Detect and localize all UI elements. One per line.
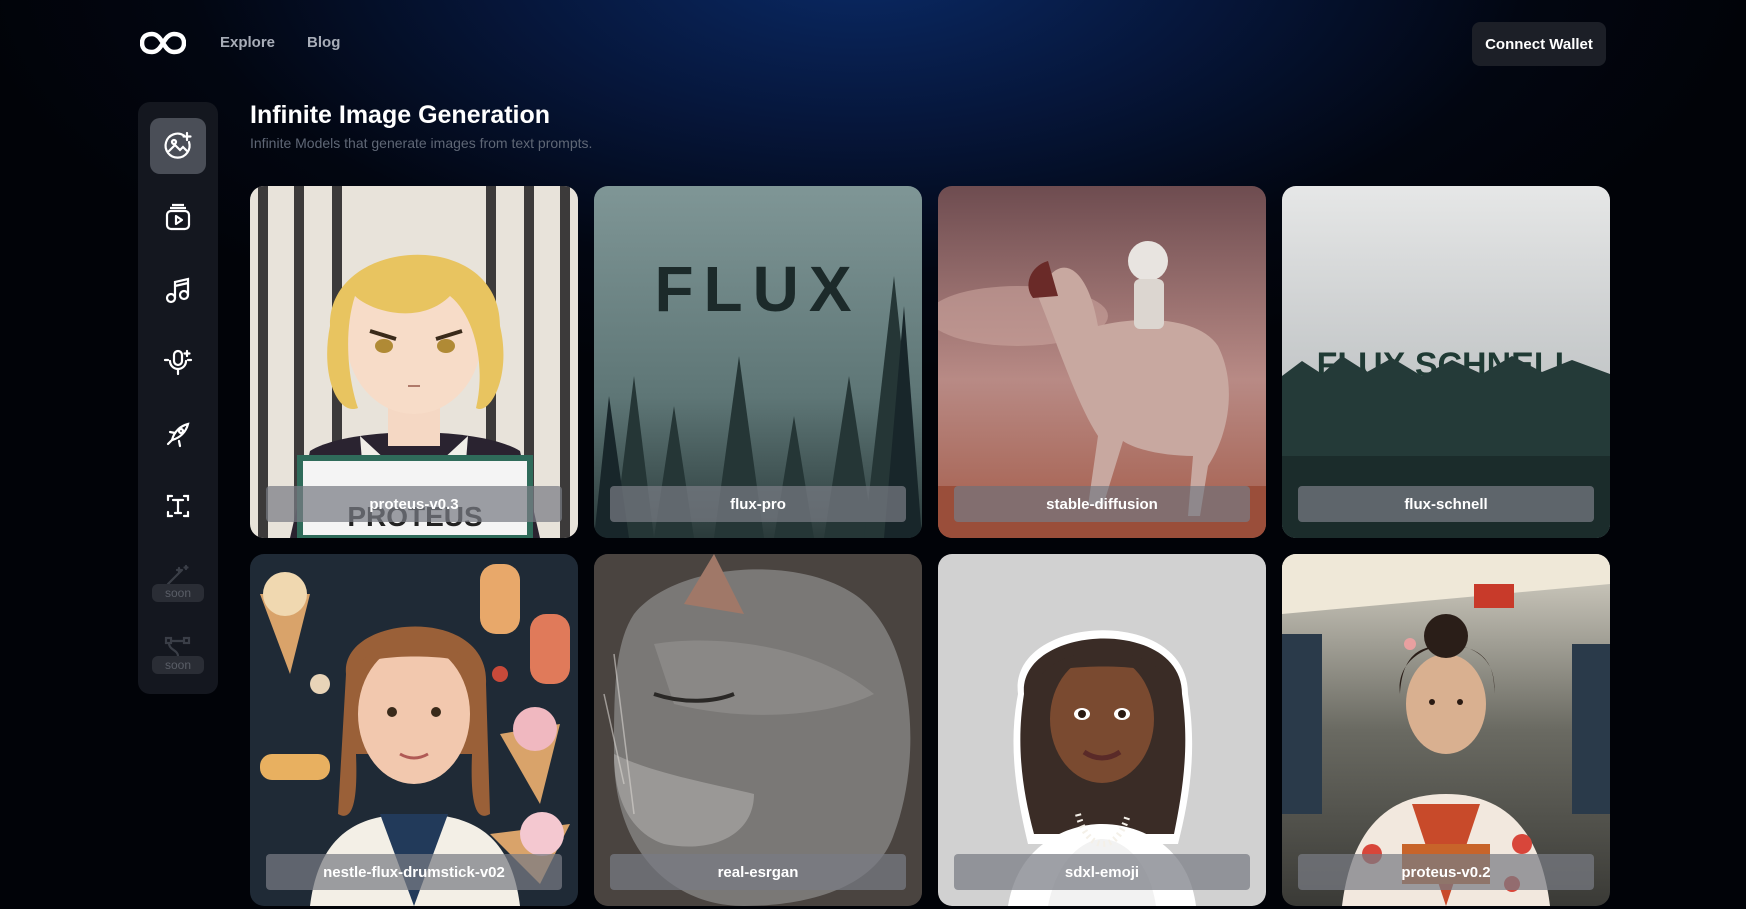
model-card-flux-schnell[interactable]: FLUX SCHNELL flux-schnell — [1282, 186, 1610, 538]
model-label: nestle-flux-drumstick-v02 — [266, 854, 562, 890]
sidebar-item-image[interactable] — [150, 118, 206, 174]
music-icon — [165, 277, 190, 304]
sidebar-item-text[interactable] — [150, 478, 206, 534]
model-card-sdxl-emoji[interactable]: sdxl-emoji — [938, 554, 1266, 906]
sidebar-item-magic: soon — [150, 550, 206, 606]
model-card-flux-pro[interactable]: FLUX flux-pro — [594, 186, 922, 538]
svg-text:FLUX: FLUX — [654, 253, 861, 325]
sidebar-item-video[interactable] — [150, 190, 206, 246]
rocket-icon — [166, 422, 190, 448]
model-card-nestle-flux-drumstick-v02[interactable]: nestle-flux-drumstick-v02 — [250, 554, 578, 906]
model-label: proteus-v0.2 — [1298, 854, 1594, 890]
connect-wallet-button[interactable]: Connect Wallet — [1472, 22, 1606, 66]
nav-explore[interactable]: Explore — [220, 34, 275, 51]
sidebar-item-rocket[interactable] — [150, 406, 206, 462]
sidebar: soon soon — [138, 102, 218, 694]
top-header: Explore Blog Connect Wallet — [0, 0, 1746, 86]
voice-icon — [163, 349, 193, 376]
model-label: flux-schnell — [1298, 486, 1594, 522]
image-generation-icon — [164, 131, 192, 159]
text-icon — [166, 494, 190, 518]
page-title: Infinite Image Generation — [250, 101, 551, 129]
model-card-real-esrgan[interactable]: real-esrgan — [594, 554, 922, 906]
model-label: real-esrgan — [610, 854, 906, 890]
soon-badge: soon — [152, 584, 204, 602]
sidebar-item-music[interactable] — [150, 262, 206, 318]
video-icon — [165, 203, 191, 231]
model-card-stable-diffusion[interactable]: stable-diffusion — [938, 186, 1266, 538]
sidebar-item-voice[interactable] — [150, 334, 206, 390]
model-card-proteus-v0-2[interactable]: proteus-v0.2 — [1282, 554, 1610, 906]
model-label: sdxl-emoji — [954, 854, 1250, 890]
sidebar-item-vector: soon — [150, 622, 206, 678]
model-label: proteus-v0.3 — [266, 486, 562, 522]
infinity-logo[interactable] — [140, 30, 186, 56]
main-nav: Explore Blog — [220, 34, 340, 51]
model-card-proteus-v0-3[interactable]: PROTEUS proteus-v0.3 — [250, 186, 578, 538]
soon-badge: soon — [152, 656, 204, 674]
page-subtitle: Infinite Models that generate images fro… — [250, 135, 593, 151]
model-label: stable-diffusion — [954, 486, 1250, 522]
nav-blog[interactable]: Blog — [307, 34, 340, 51]
model-label: flux-pro — [610, 486, 906, 522]
